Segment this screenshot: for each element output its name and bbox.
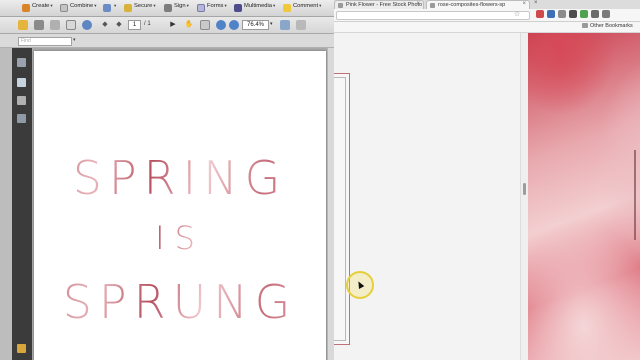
forms-menu-label: Forms bbox=[207, 3, 224, 9]
chevron-down-icon: ▾ bbox=[153, 3, 156, 8]
create-menu[interactable]: Create▾ bbox=[22, 3, 53, 14]
extension-red-icon[interactable] bbox=[536, 10, 544, 18]
select-cursor-icon[interactable]: ▶ bbox=[168, 20, 178, 30]
page-number-input[interactable]: 1 bbox=[128, 20, 141, 30]
multimedia-icon bbox=[234, 4, 242, 12]
browser-toolbar: ☆ bbox=[330, 9, 640, 22]
bookmarks-icon[interactable] bbox=[17, 78, 26, 87]
tab-close-icon[interactable]: × bbox=[534, 0, 538, 6]
chevron-down-icon: ▾ bbox=[94, 3, 97, 8]
comment-menu[interactable]: Comment▾ bbox=[283, 3, 321, 14]
chevron-down-icon: ▾ bbox=[273, 3, 276, 8]
next-page-icon[interactable]: ◆ bbox=[114, 20, 124, 30]
multimedia-menu[interactable]: Multimedia▾ bbox=[234, 3, 275, 14]
chevron-down-icon: ▾ bbox=[319, 3, 322, 8]
browser-scrollbar[interactable] bbox=[520, 33, 528, 360]
photo-window-scrollbar[interactable] bbox=[634, 150, 636, 240]
zoom-in-icon[interactable] bbox=[229, 20, 239, 30]
forms-icon bbox=[197, 4, 205, 12]
comment-icon bbox=[283, 4, 291, 12]
create-icon bbox=[22, 4, 30, 12]
other-bookmarks-label: Other Bookmarks bbox=[590, 23, 633, 29]
folder-icon bbox=[582, 23, 588, 29]
collaborate-menu[interactable]: ▾ bbox=[103, 3, 116, 14]
headline-spring: SPRING bbox=[34, 151, 326, 205]
browser-scroll-thumb[interactable] bbox=[523, 183, 526, 195]
tab-close-icon[interactable]: × bbox=[522, 1, 526, 7]
extension-dark-icon[interactable] bbox=[569, 10, 577, 18]
other-bookmarks-button[interactable]: Other Bookmarks bbox=[582, 23, 633, 29]
combine-icon bbox=[60, 4, 68, 12]
secure-icon bbox=[124, 4, 132, 12]
save-icon[interactable] bbox=[50, 20, 60, 30]
forms-menu[interactable]: Forms▾ bbox=[197, 3, 227, 14]
open-folder-icon[interactable] bbox=[18, 20, 28, 30]
extension-icons bbox=[536, 10, 610, 18]
fit-page-icon[interactable] bbox=[280, 20, 290, 30]
headline-is: IS bbox=[34, 219, 326, 257]
extension-green-icon[interactable] bbox=[580, 10, 588, 18]
bookmark-star-icon[interactable]: ☆ bbox=[514, 10, 520, 18]
combine-menu[interactable]: Combine▾ bbox=[60, 3, 96, 14]
marquee-zoom-icon[interactable] bbox=[200, 20, 210, 30]
chevron-down-icon: ▾ bbox=[114, 3, 117, 8]
browser-tab-bar: Pink Flower - Free Stock Photo × rose-co… bbox=[330, 0, 640, 9]
acrobat-vertical-scrollbar[interactable] bbox=[327, 48, 334, 360]
share-icon[interactable] bbox=[82, 20, 92, 30]
zoom-level-input[interactable]: 76.4% bbox=[242, 20, 269, 30]
headline-sprung: SPRUNG bbox=[34, 275, 326, 329]
signatures-icon[interactable] bbox=[17, 114, 26, 123]
acrobat-toolbar: ◆ ◆ 1 / 1 ▶ ✋ 76.4% ▾ bbox=[0, 17, 334, 34]
browser-page-content bbox=[330, 33, 528, 360]
browser-tab-rose-composites[interactable]: rose-composites-flowers-sp × bbox=[426, 0, 530, 9]
pdf-page: SPRING IS SPRUNG bbox=[34, 51, 326, 360]
email-icon[interactable] bbox=[66, 20, 76, 30]
create-menu-label: Create bbox=[32, 3, 50, 9]
tab-close-icon[interactable]: × bbox=[416, 1, 420, 7]
tab-title: Pink Flower - Free Stock Photo bbox=[346, 2, 423, 8]
extension-gray-icon[interactable] bbox=[558, 10, 566, 18]
extension-blue-icon[interactable] bbox=[547, 10, 555, 18]
fit-width-icon[interactable] bbox=[296, 20, 306, 30]
extension-misc-icon[interactable] bbox=[602, 10, 610, 18]
chevron-down-icon[interactable]: ▾ bbox=[73, 37, 76, 43]
comment-menu-label: Comment bbox=[293, 3, 319, 9]
hand-tool-icon[interactable]: ✋ bbox=[184, 20, 194, 30]
chevron-down-icon: ▾ bbox=[186, 3, 189, 8]
previous-page-icon[interactable]: ◆ bbox=[100, 20, 110, 30]
tab-favicon-icon bbox=[338, 3, 343, 8]
multimedia-menu-label: Multimedia bbox=[244, 3, 273, 9]
zoom-out-icon[interactable] bbox=[216, 20, 226, 30]
print-icon[interactable] bbox=[34, 20, 44, 30]
secure-menu-label: Secure bbox=[134, 3, 153, 9]
layers-icon[interactable] bbox=[17, 96, 26, 105]
acrobat-task-bar: Create▾ Combine▾ ▾ Secure▾ Sign▾ Forms▾ … bbox=[0, 0, 334, 17]
bookmarks-bar: Other Bookmarks bbox=[330, 22, 640, 33]
attachments-icon[interactable] bbox=[17, 344, 26, 353]
sign-menu-label: Sign bbox=[174, 3, 186, 9]
browser-tab-pink-flower[interactable]: Pink Flower - Free Stock Photo × bbox=[334, 0, 424, 9]
collaborate-icon bbox=[103, 4, 111, 12]
sign-menu[interactable]: Sign▾ bbox=[164, 3, 189, 14]
acrobat-window: Create▾ Combine▾ ▾ Secure▾ Sign▾ Forms▾ … bbox=[0, 0, 334, 360]
address-bar[interactable] bbox=[336, 11, 530, 20]
find-input[interactable]: Find bbox=[18, 37, 72, 46]
acrobat-left-margin bbox=[0, 48, 12, 360]
combine-menu-label: Combine bbox=[70, 3, 94, 9]
pages-icon[interactable] bbox=[17, 58, 26, 67]
tab-title: rose-composites-flowers-sp bbox=[438, 2, 506, 8]
secure-menu[interactable]: Secure▾ bbox=[124, 3, 156, 14]
chevron-down-icon: ▾ bbox=[224, 3, 227, 8]
extension-misc-icon[interactable] bbox=[591, 10, 599, 18]
tab-favicon-icon bbox=[430, 3, 435, 8]
acrobat-find-bar: Find ▾ bbox=[0, 34, 334, 48]
navigation-pane bbox=[12, 48, 32, 360]
chevron-down-icon: ▾ bbox=[50, 3, 53, 8]
chevron-down-icon[interactable]: ▾ bbox=[270, 21, 273, 27]
sign-icon bbox=[164, 4, 172, 12]
pink-flower-photo bbox=[528, 33, 640, 360]
page-total-label: / 1 bbox=[144, 21, 151, 27]
